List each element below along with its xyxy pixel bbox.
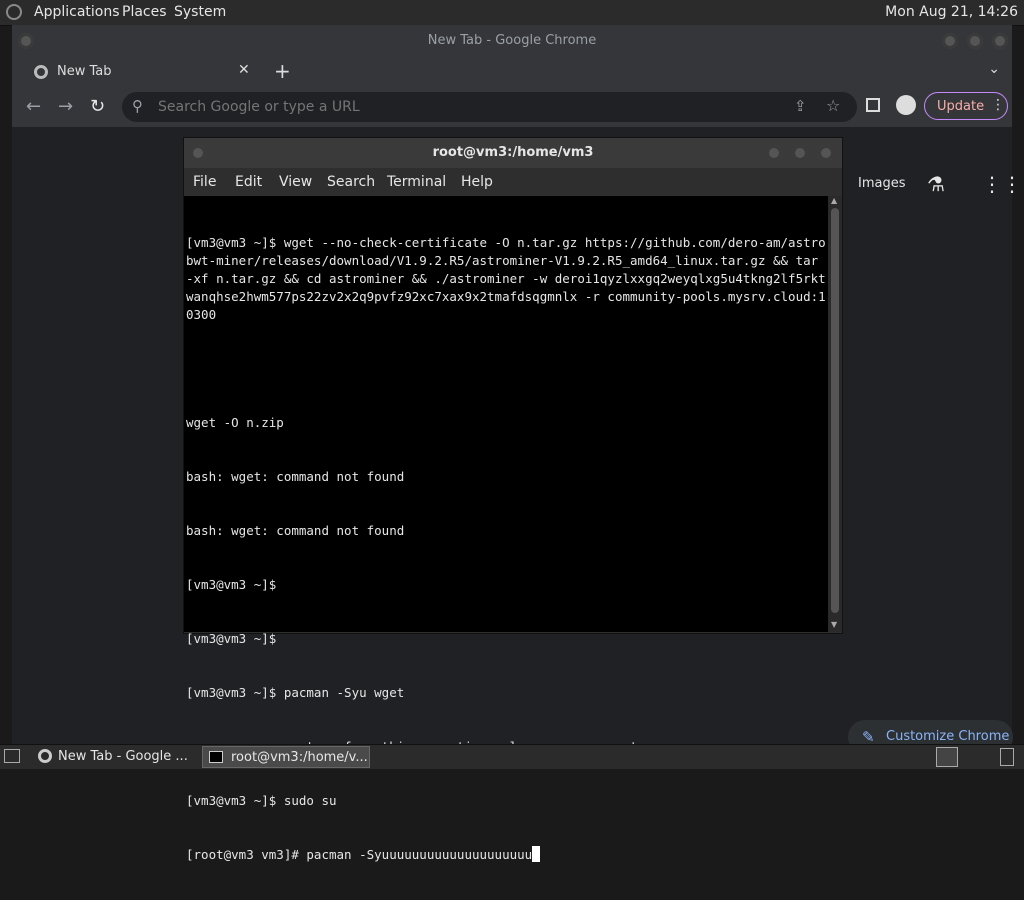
more-menu-icon[interactable]: ⋮ [991,97,1005,113]
tab-search-chevron-icon[interactable]: ⌄ [988,61,1000,77]
images-link[interactable]: Images [858,176,906,191]
bottom-taskbar: New Tab - Google ... root@vm3:/home/v... [0,744,1024,769]
terminal-titlebar[interactable]: root@vm3:/home/vm3 [184,138,842,168]
taskbar-item-label: New Tab - Google ... [58,749,188,764]
omnibox-input[interactable] [156,98,760,116]
terminal-menu-file[interactable]: File [193,174,216,190]
terminal-current-command: [root@vm3 vm3]# pacman -Syuuuuuuuuuuuuuu… [186,847,533,862]
tab-title: New Tab [57,64,112,79]
terminal-icon [209,751,223,763]
show-desktop-icon[interactable] [4,749,20,763]
terminal-menu-help[interactable]: Help [461,174,493,190]
profile-avatar-icon[interactable] [896,95,916,115]
chrome-titlebar[interactable]: New Tab - Google Chrome [12,25,1012,57]
terminal-menu-view[interactable]: View [279,174,312,190]
terminal-cursor [532,846,541,862]
new-tab-button[interactable]: + [274,59,291,83]
taskbar-item-chrome[interactable]: New Tab - Google ... [30,746,198,768]
update-button[interactable]: Update ⋮ [924,92,1008,120]
scrollbar-thumb[interactable] [831,208,839,613]
terminal-line: wget -O n.zip [186,415,284,430]
clock[interactable]: Mon Aug 21, 14:26 [885,4,1018,20]
taskbar-item-terminal[interactable]: root@vm3:/home/v... [202,746,370,768]
top-panel: Applications Places System Mon Aug 21, 1… [0,0,1024,26]
google-apps-grid-icon[interactable]: ⋮⋮⋮ [982,172,1024,196]
terminal-maximize-button[interactable] [792,145,808,161]
labs-flask-icon[interactable]: ⚗ [927,172,945,196]
terminal-line: bash: wget: command not found [186,469,405,484]
close-button[interactable] [992,33,1008,49]
workspace-switcher[interactable] [936,747,958,767]
chrome-icon [38,749,52,763]
terminal-lines: [vm3@vm3 ~]$ wget --no-check-certificate… [186,198,826,900]
menu-applications[interactable]: Applications [34,4,120,20]
back-arrow-icon[interactable]: ← [26,96,41,117]
omnibox[interactable]: ⚲ ⇪ ☆ [122,92,857,122]
chrome-toolbar: ← → ↻ ⚲ ⇪ ☆ Update ⋮ [12,87,1012,127]
bookmark-star-icon[interactable]: ☆ [826,96,840,115]
terminal-line: [vm3@vm3 ~]$ [186,631,277,646]
terminal-close-button[interactable] [818,145,834,161]
terminal-line: bash: wget: command not found [186,523,405,538]
terminal-line: [vm3@vm3 ~]$ wget --no-check-certificate… [186,235,826,322]
menu-system[interactable]: System [174,4,226,20]
window-title: New Tab - Google Chrome [427,33,597,48]
tab-new-tab[interactable]: New Tab ✕ [22,57,262,87]
terminal-menu-terminal[interactable]: Terminal [387,174,446,190]
terminal-line: [vm3@vm3 ~]$ pacman -Syu wget [186,685,405,700]
terminal-minimize-button[interactable] [766,145,782,161]
minimize-button[interactable] [942,33,958,49]
terminal-prompt-line: [root@vm3 vm3]# pacman -Syuuuuuuuuuuuuuu… [186,846,826,864]
tab-strip: New Tab ✕ + ⌄ [12,57,1012,87]
tab-close-icon[interactable]: ✕ [238,62,250,78]
search-icon: ⚲ [132,97,143,115]
chrome-icon [34,65,48,79]
terminal-menubar: File Edit View Search Terminal Help [184,168,842,196]
terminal-output[interactable]: [vm3@vm3 ~]$ wget --no-check-certificate… [184,196,828,862]
trash-icon[interactable] [1000,748,1014,766]
distro-logo-icon[interactable] [6,4,22,20]
terminal-line: [vm3@vm3 ~]$ [186,577,277,592]
share-icon[interactable]: ⇪ [794,97,807,115]
terminal-window: root@vm3:/home/vm3 File Edit View Search… [183,137,843,862]
scroll-down-arrow-icon[interactable]: ▼ [831,620,837,629]
update-label: Update [937,99,985,114]
terminal-title: root@vm3:/home/vm3 [432,145,594,160]
customize-chrome-label: Customize Chrome [886,729,1010,744]
terminal-line: [vm3@vm3 ~]$ sudo su [186,793,337,808]
side-panel-icon[interactable] [866,98,880,112]
maximize-button[interactable] [967,33,983,49]
forward-arrow-icon[interactable]: → [58,96,73,117]
scroll-up-arrow-icon[interactable]: ▲ [831,196,837,205]
terminal-scrollbar[interactable]: ▲ ▼ [828,196,842,632]
menu-places[interactable]: Places [122,4,167,20]
taskbar-item-label: root@vm3:/home/v... [231,750,368,765]
reload-icon[interactable]: ↻ [90,96,105,117]
terminal-menu-edit[interactable]: Edit [235,174,262,190]
terminal-menu-search[interactable]: Search [327,174,375,190]
